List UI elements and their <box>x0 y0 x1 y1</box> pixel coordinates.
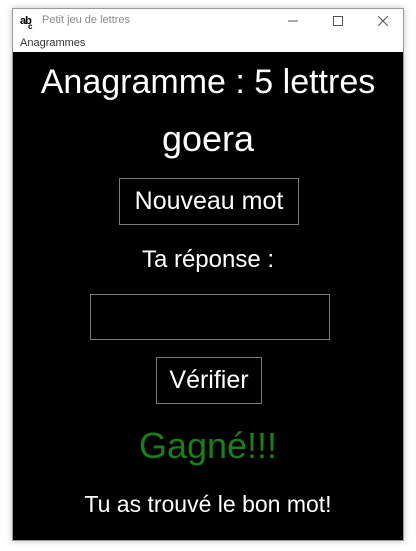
verify-button[interactable]: Vérifier <box>156 357 262 404</box>
minimize-icon <box>288 20 298 22</box>
scrambled-word: goera <box>161 118 255 159</box>
maximize-button[interactable] <box>316 9 360 33</box>
answer-input[interactable] <box>90 294 330 340</box>
app-window: ab c Petit jeu de lettres Anagrammes Ana… <box>12 8 404 541</box>
title-bar[interactable]: ab c Petit jeu de lettres <box>13 9 403 33</box>
menu-item-anagrammes[interactable]: Anagrammes <box>20 37 85 49</box>
result-message: Tu as trouvé le bon mot! <box>84 491 332 517</box>
answer-label: Ta réponse : <box>141 246 275 273</box>
window-title: Petit jeu de lettres <box>42 14 131 26</box>
abc-icon: ab c <box>20 13 36 31</box>
minimize-button[interactable] <box>271 9 315 33</box>
game-panel: Anagramme : 5 lettres goera Nouveau mot … <box>13 52 403 540</box>
maximize-icon <box>333 16 343 26</box>
close-icon <box>378 16 388 26</box>
close-button[interactable] <box>361 9 405 33</box>
new-word-button[interactable]: Nouveau mot <box>119 178 299 225</box>
page-title: Anagramme : 5 lettres <box>40 63 376 101</box>
result-text: Gagné!!! <box>138 425 278 466</box>
menu-bar: Anagrammes <box>13 33 403 52</box>
